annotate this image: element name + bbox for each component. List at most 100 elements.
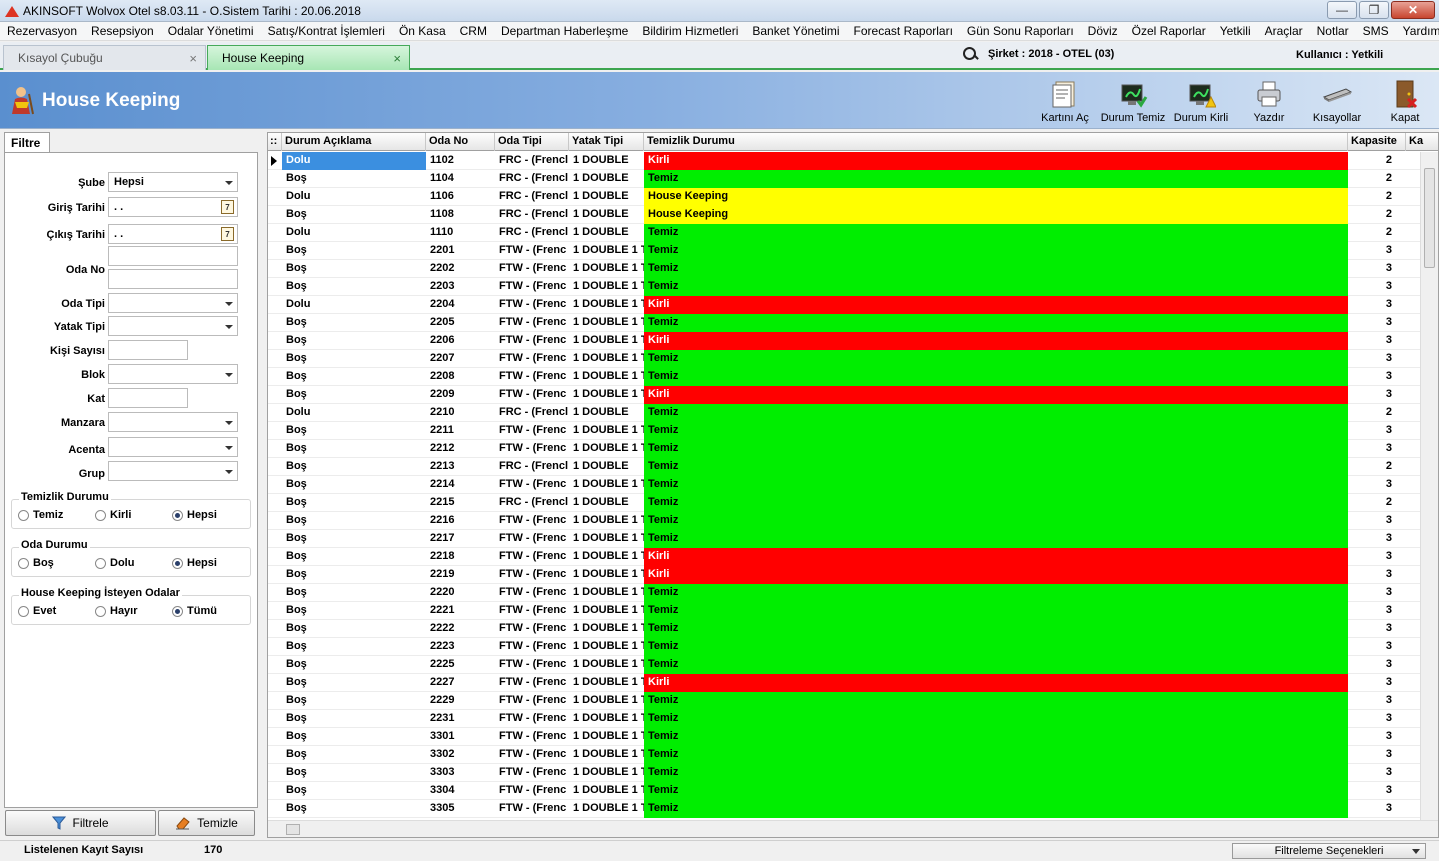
cell-oda-tipi[interactable]: FTW - (Frenc [495,692,569,710]
cell-yatak-tipi[interactable]: 1 DOUBLE 1 T [569,512,644,530]
filter-options-dropdown[interactable]: Filtreleme Seçenekleri [1232,843,1426,859]
search-icon[interactable] [962,46,978,62]
radio-hk-tumu[interactable]: Tümü [172,605,217,617]
cell-yatak-tipi[interactable]: 1 DOUBLE [569,170,644,188]
cell-oda-tipi[interactable]: FRC - (Frencl [495,152,569,170]
cell-temizlik[interactable]: Kirli [644,296,1348,314]
table-row[interactable]: Boş 2215 FRC - (Frencl 1 DOUBLE Temiz 2 [268,494,1420,512]
menu-satis-kontrat[interactable]: Satış/Kontrat İşlemleri [261,24,392,38]
cell-oda-no[interactable]: 1108 [426,206,495,224]
table-row[interactable]: Dolu 1110 FRC - (Frencl 1 DOUBLE Temiz 2 [268,224,1420,242]
cell-oda-tipi[interactable]: FTW - (Frenc [495,566,569,584]
cell-oda-no[interactable]: 2212 [426,440,495,458]
cell-kapasite[interactable]: 3 [1348,692,1406,710]
cell-oda-no[interactable]: 3302 [426,746,495,764]
cell-kapasite[interactable]: 3 [1348,476,1406,494]
cell-durum[interactable]: Boş [282,746,426,764]
cell-temizlik[interactable]: Temiz [644,800,1348,818]
cell-oda-tipi[interactable]: FTW - (Frenc [495,746,569,764]
table-row[interactable]: Boş 2203 FTW - (Frenc 1 DOUBLE 1 T Temiz 3 [268,278,1420,296]
close-page-button[interactable]: Kapat [1371,72,1439,129]
radio-oda-hepsi[interactable]: Hepsi [172,557,217,569]
tab-close-icon[interactable]: × [189,51,197,66]
cell-oda-tipi[interactable]: FTW - (Frenc [495,530,569,548]
cell-temizlik[interactable]: Temiz [644,782,1348,800]
table-row[interactable]: Boş 2211 FTW - (Frenc 1 DOUBLE 1 T Temiz 3 [268,422,1420,440]
cell-durum[interactable]: Boş [282,422,426,440]
tab-house-keeping[interactable]: House Keeping × [207,45,410,70]
cell-kapasite[interactable]: 3 [1348,386,1406,404]
cell-oda-tipi[interactable]: FTW - (Frenc [495,278,569,296]
cell-oda-tipi[interactable]: FRC - (Frencl [495,458,569,476]
cell-yatak-tipi[interactable]: 1 DOUBLE 1 T [569,584,644,602]
cell-oda-tipi[interactable]: FTW - (Frenc [495,260,569,278]
cell-kapasite[interactable]: 3 [1348,548,1406,566]
cell-kapasite[interactable]: 3 [1348,728,1406,746]
cell-yatak-tipi[interactable]: 1 DOUBLE 1 T [569,530,644,548]
cell-oda-tipi[interactable]: FTW - (Frenc [495,332,569,350]
cell-oda-tipi[interactable]: FTW - (Frenc [495,638,569,656]
cell-durum[interactable]: Boş [282,548,426,566]
cell-temizlik[interactable]: Temiz [644,656,1348,674]
col-ka[interactable]: Ka [1406,133,1438,151]
cell-oda-no[interactable]: 2205 [426,314,495,332]
cell-oda-no[interactable]: 2220 [426,584,495,602]
cell-yatak-tipi[interactable]: 1 DOUBLE 1 T [569,728,644,746]
menu-araclar[interactable]: Araçlar [1258,24,1310,38]
table-row[interactable]: Boş 3301 FTW - (Frenc 1 DOUBLE 1 T Temiz 3 [268,728,1420,746]
cell-durum[interactable]: Boş [282,710,426,728]
menu-on-kasa[interactable]: Ön Kasa [392,24,453,38]
cell-kapasite[interactable]: 3 [1348,566,1406,584]
table-row[interactable]: Boş 2216 FTW - (Frenc 1 DOUBLE 1 T Temiz 3 [268,512,1420,530]
cell-temizlik[interactable]: Temiz [644,584,1348,602]
cell-temizlik[interactable]: Kirli [644,152,1348,170]
cell-temizlik[interactable]: Temiz [644,728,1348,746]
oda-no-input-1[interactable] [108,246,238,266]
cell-oda-no[interactable]: 2216 [426,512,495,530]
cell-yatak-tipi[interactable]: 1 DOUBLE [569,152,644,170]
cell-durum[interactable]: Boş [282,386,426,404]
clear-button[interactable]: Temizle [158,810,255,836]
cell-kapasite[interactable]: 3 [1348,260,1406,278]
cell-oda-no[interactable]: 2207 [426,350,495,368]
cell-kapasite[interactable]: 3 [1348,800,1406,818]
cell-temizlik[interactable]: Temiz [644,530,1348,548]
radio-oda-dolu[interactable]: Dolu [95,557,134,569]
status-clean-button[interactable]: Durum Temiz [1099,72,1167,129]
cell-kapasite[interactable]: 3 [1348,638,1406,656]
cell-yatak-tipi[interactable]: 1 DOUBLE 1 T [569,692,644,710]
cell-durum[interactable]: Boş [282,638,426,656]
cell-oda-tipi[interactable]: FRC - (Frencl [495,188,569,206]
menu-crm[interactable]: CRM [453,24,494,38]
cell-oda-no[interactable]: 2201 [426,242,495,260]
cell-durum[interactable]: Boş [282,278,426,296]
cell-yatak-tipi[interactable]: 1 DOUBLE 1 T [569,710,644,728]
cell-oda-tipi[interactable]: FTW - (Frenc [495,620,569,638]
cell-oda-no[interactable]: 2209 [426,386,495,404]
kat-input[interactable] [108,388,188,408]
grup-select[interactable] [108,461,238,481]
table-row[interactable]: Boş 3303 FTW - (Frenc 1 DOUBLE 1 T Temiz 3 [268,764,1420,782]
cell-oda-no[interactable]: 2229 [426,692,495,710]
cell-yatak-tipi[interactable]: 1 DOUBLE [569,458,644,476]
kisi-sayisi-input[interactable] [108,340,188,360]
cell-oda-tipi[interactable]: FRC - (Frencl [495,404,569,422]
table-row[interactable]: Boş 2223 FTW - (Frenc 1 DOUBLE 1 T Temiz 3 [268,638,1420,656]
cell-durum[interactable]: Boş [282,332,426,350]
cell-kapasite[interactable]: 3 [1348,278,1406,296]
cell-oda-tipi[interactable]: FTW - (Frenc [495,656,569,674]
cell-oda-tipi[interactable]: FTW - (Frenc [495,800,569,818]
cell-temizlik[interactable]: Kirli [644,548,1348,566]
cell-temizlik[interactable]: Temiz [644,440,1348,458]
cell-kapasite[interactable]: 3 [1348,314,1406,332]
table-row[interactable]: Boş 2201 FTW - (Frenc 1 DOUBLE 1 T Temiz 3 [268,242,1420,260]
col-temizlik-durumu[interactable]: Temizlik Durumu [644,133,1348,151]
cell-kapasite[interactable]: 2 [1348,152,1406,170]
cell-yatak-tipi[interactable]: 1 DOUBLE [569,188,644,206]
tab-close-icon[interactable]: × [393,51,401,66]
table-row[interactable]: Dolu 2204 FTW - (Frenc 1 DOUBLE 1 T Kirli 3 [268,296,1420,314]
cell-temizlik[interactable]: Kirli [644,386,1348,404]
cell-oda-no[interactable]: 1110 [426,224,495,242]
cell-yatak-tipi[interactable]: 1 DOUBLE 1 T [569,386,644,404]
cell-yatak-tipi[interactable]: 1 DOUBLE 1 T [569,278,644,296]
